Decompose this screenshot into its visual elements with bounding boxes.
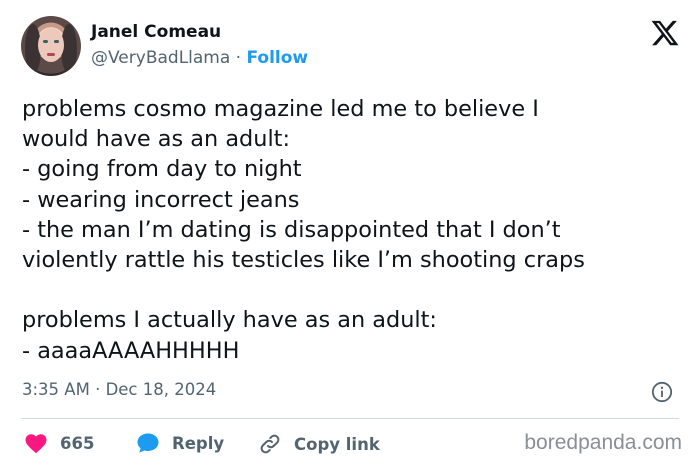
x-logo-icon[interactable] xyxy=(650,18,680,48)
watermark: boredpanda.com xyxy=(524,431,682,454)
like-count: 665 xyxy=(60,433,95,453)
reply-label: Reply xyxy=(172,433,225,453)
tweet-text: problems cosmo magazine led me to believ… xyxy=(22,96,585,364)
follow-button[interactable]: Follow xyxy=(247,48,309,68)
tweet-time: 3:35 AM xyxy=(22,380,90,399)
reply-button[interactable]: Reply xyxy=(136,432,224,454)
handle-separator: · xyxy=(230,48,247,68)
date-separator: · xyxy=(89,380,106,399)
like-button[interactable]: 665 xyxy=(24,432,94,454)
info-icon[interactable] xyxy=(651,381,673,403)
tweet-actions: 665 Reply Copy link boredpanda.com xyxy=(22,430,682,458)
tweet-date: Dec 18, 2024 xyxy=(105,380,217,399)
link-icon xyxy=(260,434,280,454)
author-name[interactable]: Janel Comeau xyxy=(91,22,221,42)
divider xyxy=(21,418,679,419)
tweet-timestamp[interactable]: 3:35 AM · Dec 18, 2024 xyxy=(22,380,216,399)
copy-link-button[interactable]: Copy link xyxy=(258,432,380,456)
heart-icon xyxy=(25,434,47,454)
reply-bubble-icon xyxy=(137,433,159,453)
avatar[interactable] xyxy=(21,16,81,76)
author-handle-line: @VeryBadLlama · Follow xyxy=(91,48,308,68)
author-handle[interactable]: @VeryBadLlama xyxy=(91,48,230,68)
tweet-header: Janel Comeau @VeryBadLlama · Follow xyxy=(21,14,680,80)
copy-link-label: Copy link xyxy=(294,434,380,454)
